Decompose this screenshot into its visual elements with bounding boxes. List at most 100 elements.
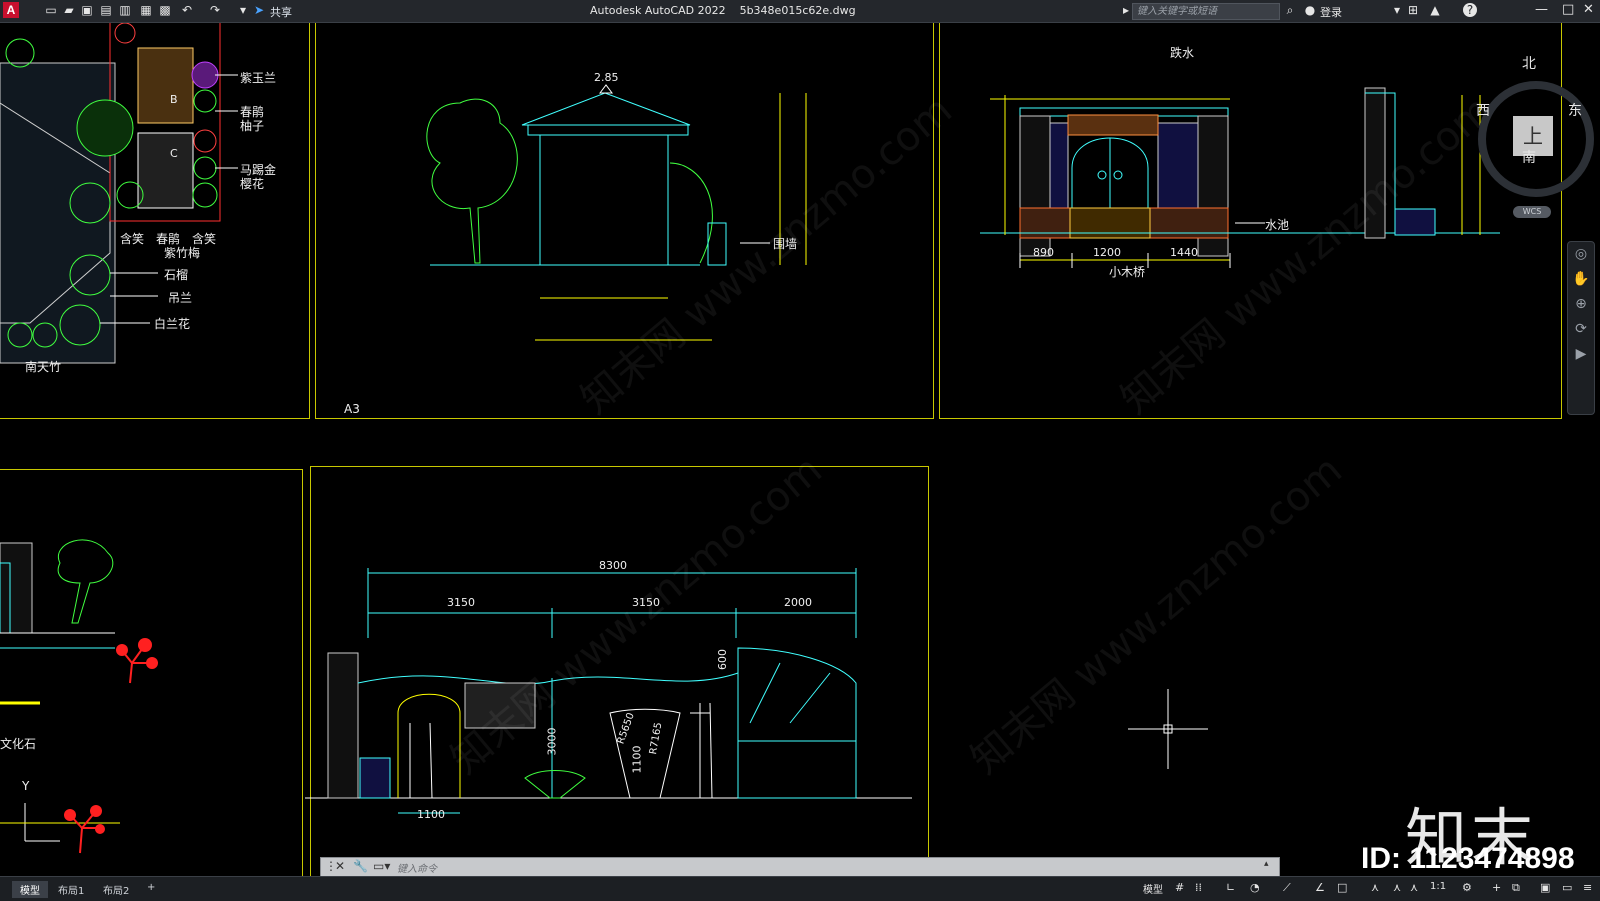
workspace-gear-icon[interactable]: ⚙	[1462, 881, 1472, 894]
search-expand-icon[interactable]: ▸	[1119, 3, 1133, 17]
dimension-text: 1100	[417, 808, 445, 821]
command-expand-icon[interactable]: ▴	[1264, 859, 1269, 869]
compass-west[interactable]: 西	[1476, 100, 1490, 120]
plot-icon[interactable]: ▩	[158, 3, 172, 17]
account-dropdown-icon[interactable]: ▾	[1390, 3, 1404, 17]
window-title: Autodesk AutoCAD 2022 5b348e015c62e.dwg	[590, 4, 856, 17]
dimension-text: 1200	[1093, 246, 1121, 259]
plant-label: 紫玉兰	[240, 71, 277, 85]
plant-label: 白兰花	[154, 317, 191, 331]
plant-label: 紫竹梅	[164, 246, 201, 260]
annotation-visibility-icon[interactable]: ⋏	[1371, 881, 1379, 894]
polar-tracking-icon[interactable]: ◔	[1250, 881, 1260, 894]
maximize-icon[interactable]: □	[1562, 2, 1574, 17]
plant-label: 柚子	[240, 119, 265, 133]
command-line[interactable]: ⋮ ✕ 🔧 ▭▾ 键入命令 ▴	[320, 857, 1280, 877]
isolate-objects-icon[interactable]: ⧉	[1512, 881, 1520, 895]
command-close-icon[interactable]: ✕	[335, 859, 345, 873]
dimension-text: 1440	[1170, 246, 1198, 259]
side-section-drawing	[0, 539, 158, 854]
steering-wheel-icon[interactable]: ◎	[1568, 242, 1594, 267]
viewport-label: A3	[344, 402, 360, 416]
grid-icon[interactable]: #	[1175, 881, 1184, 894]
save-icon[interactable]: ▣	[80, 3, 94, 17]
object-snap-tracking-icon[interactable]: ∠	[1315, 881, 1325, 894]
save-as-icon[interactable]: ▤	[99, 3, 113, 17]
orbit-icon[interactable]: ⟳	[1568, 317, 1594, 342]
wall-label: 围墙	[773, 237, 798, 251]
plant-label: 石榴	[164, 268, 189, 282]
compass-north[interactable]: 北	[1522, 53, 1536, 73]
command-history-icon[interactable]: ▭▾	[373, 859, 390, 873]
ortho-icon[interactable]: ∟	[1226, 881, 1235, 894]
hardware-acceleration-icon[interactable]: ▣	[1540, 881, 1550, 894]
bridge-label: 小木桥	[1109, 265, 1146, 279]
zoom-icon[interactable]: ⊕	[1568, 292, 1594, 317]
compass-south[interactable]: 南	[1522, 147, 1536, 167]
wcs-menu[interactable]: WCS	[1513, 206, 1551, 218]
snap-icon[interactable]: ⁞⁞	[1195, 881, 1202, 894]
object-snap-icon[interactable]: □	[1337, 881, 1347, 894]
tab-model[interactable]: 模型	[12, 881, 48, 898]
new-file-icon[interactable]: ▭	[44, 3, 58, 17]
view-cube[interactable]: 上	[1478, 81, 1594, 197]
user-icon[interactable]: ●	[1303, 3, 1317, 17]
showmotion-icon[interactable]: ▶	[1568, 342, 1594, 367]
quick-access-dropdown-icon[interactable]: ▾	[236, 3, 250, 17]
status-bar: 模型 布局1 布局2 + 模型 # ⁞⁞ ∟ ◔ ⟋ ∠ □ ⋏ ⋏ ⋏ 1:1…	[0, 876, 1600, 901]
ucs-axis-y: Y	[22, 779, 30, 793]
isometric-icon[interactable]: ⟋	[1283, 881, 1291, 895]
drawing-canvas[interactable]: 知末网 www.znzmo.com 知末网 www.znzmo.com 知末网 …	[0, 23, 1600, 876]
customization-menu-icon[interactable]: ≡	[1583, 881, 1592, 894]
redo-icon[interactable]: ↷	[208, 3, 222, 17]
plant-label: 樱花	[240, 177, 265, 191]
annotation-scale-icon[interactable]: ⋏	[1410, 881, 1418, 894]
help-icon[interactable]: ?	[1463, 3, 1477, 17]
add-layout-button[interactable]: +	[139, 881, 163, 894]
compass-east[interactable]: 东	[1568, 100, 1582, 120]
dimension-text: 3150	[632, 596, 660, 609]
share-button[interactable]: 共享	[270, 4, 292, 20]
autocad-logo-icon[interactable]: A	[3, 2, 19, 18]
gate-title: 跌水	[1170, 46, 1195, 60]
minimize-icon[interactable]: —	[1535, 2, 1548, 17]
login-button[interactable]: 登录	[1320, 4, 1342, 20]
dimension-text: 1100	[630, 745, 644, 774]
search-icon[interactable]: ⌕	[1283, 3, 1297, 17]
open-web-icon[interactable]: ▥	[118, 3, 132, 17]
pan-icon[interactable]: ✋	[1568, 267, 1594, 292]
plan-mark: C	[170, 147, 178, 160]
share-icon[interactable]: ➤	[252, 3, 266, 17]
plant-label: 吊兰	[168, 291, 193, 305]
clean-screen-icon[interactable]: ▭	[1562, 881, 1572, 894]
dimension-text: 890	[1033, 246, 1054, 259]
id-watermark: ID: 1123474898	[1361, 842, 1575, 875]
navigation-bar: ◎ ✋ ⊕ ⟳ ▶	[1567, 241, 1595, 415]
autodesk-app-icon[interactable]: ▲	[1428, 3, 1442, 17]
elevation-mark: 2.85	[594, 71, 619, 84]
model-space-button[interactable]: 模型	[1143, 881, 1163, 896]
plant-label: 含笑	[120, 232, 145, 246]
plant-label: 南天竹	[25, 360, 62, 374]
dimension-text: 3000	[545, 727, 559, 756]
material-label: 文化石	[0, 737, 37, 751]
annotation-monitor-icon[interactable]: +	[1492, 881, 1501, 894]
command-input[interactable]: 键入命令	[397, 860, 437, 875]
crosshair-cursor	[1128, 689, 1208, 769]
open-folder-icon[interactable]: ▰	[62, 3, 76, 17]
command-customize-icon[interactable]: 🔧	[353, 859, 368, 873]
pond-label: 水池	[1265, 218, 1290, 232]
plan-mark: B	[170, 93, 178, 106]
search-input[interactable]: 键入关键字或短语	[1132, 3, 1280, 20]
save-web-icon[interactable]: ▦	[139, 3, 153, 17]
dimension-text: 2000	[784, 596, 812, 609]
annotation-scale-value[interactable]: 1:1	[1430, 881, 1446, 892]
tab-layout1[interactable]: 布局1	[50, 881, 92, 898]
close-icon[interactable]: ✕	[1583, 2, 1594, 17]
auto-scale-icon[interactable]: ⋏	[1393, 881, 1401, 894]
cart-icon[interactable]: ⊞	[1406, 3, 1420, 17]
dimension-text: 600	[716, 649, 729, 670]
tab-layout2[interactable]: 布局2	[95, 881, 137, 898]
title-bar: A ▭ ▰ ▣ ▤ ▥ ▦ ▩ ↶ ↷ ▾ ➤ 共享 Autodesk Auto…	[0, 0, 1600, 23]
undo-icon[interactable]: ↶	[180, 3, 194, 17]
